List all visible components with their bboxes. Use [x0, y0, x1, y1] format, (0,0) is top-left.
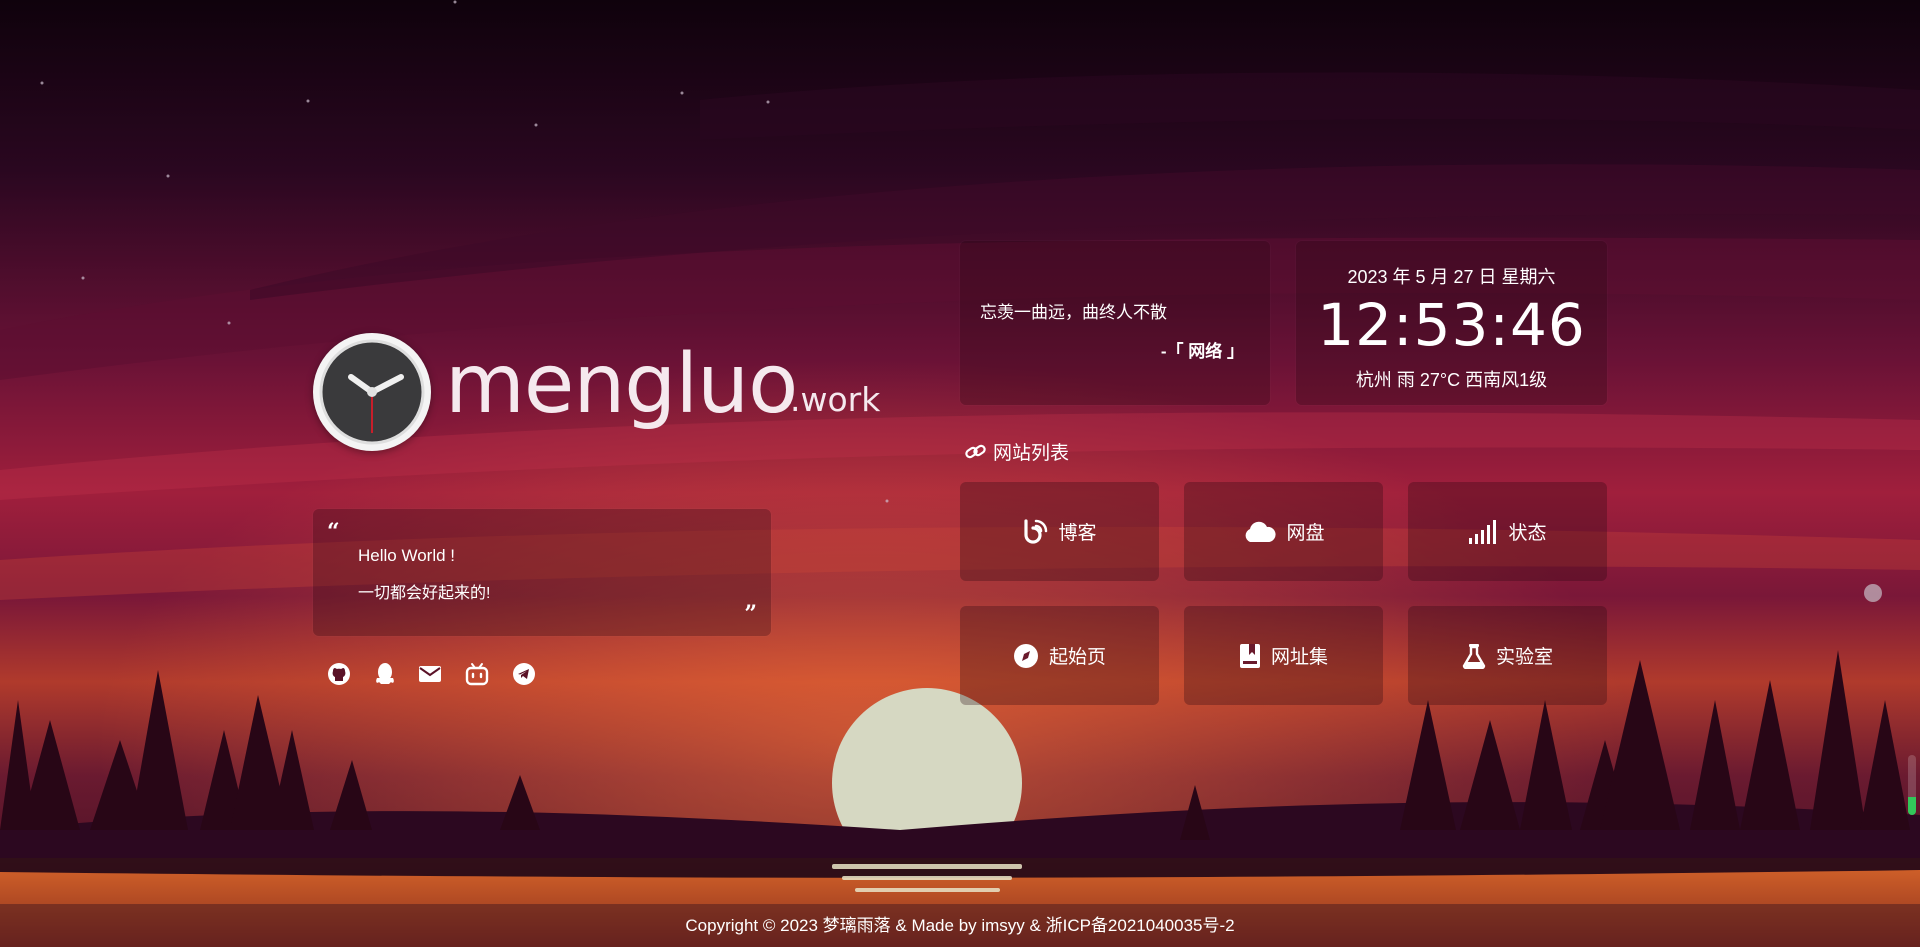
quote-line-1: Hello World !	[358, 546, 455, 565]
site-button-start-page[interactable]: 起始页	[960, 606, 1159, 705]
cloud-icon	[1246, 521, 1277, 542]
open-quote-icon: “	[327, 519, 340, 545]
signal-icon	[1469, 519, 1497, 544]
page-indicator-dot[interactable]	[1864, 584, 1882, 602]
bilibili-link[interactable]	[464, 661, 490, 687]
bookmark-icon	[1239, 643, 1260, 668]
email-link[interactable]	[417, 661, 443, 687]
logo-avatar	[313, 333, 431, 451]
site-button-lab[interactable]: 实验室	[1408, 606, 1607, 705]
mail-icon	[419, 666, 441, 682]
telegram-link[interactable]	[511, 661, 537, 687]
background-sunset-scene	[0, 0, 1920, 947]
poem-text: 忘羡一曲远，曲终人不散	[980, 303, 1167, 322]
footer-copyright: Copyright © 2023 梦璃雨落 & Made by imsyy & …	[0, 904, 1920, 947]
clock-icon	[319, 339, 425, 445]
poem-source: -「 网络 」	[1160, 342, 1244, 361]
site-list-heading-label: 网站列表	[993, 443, 1070, 464]
flask-icon	[1462, 643, 1486, 669]
site-button-label: 网址集	[1270, 647, 1328, 668]
site-button-blog[interactable]: 博客	[960, 482, 1159, 581]
github-icon	[328, 663, 350, 685]
bilibili-icon	[465, 663, 489, 686]
site-button-label: 博客	[1058, 523, 1097, 544]
site-logo-suffix: .work	[790, 380, 881, 419]
time-weather-card: 2023 年 5 月 27 日 星期六 12:53:46 杭州 雨 27°C 西…	[1296, 241, 1607, 405]
site-button-label: 网盘	[1286, 523, 1325, 544]
clock-text: 12:53:46	[1317, 291, 1586, 359]
quote-line-2: 一切都会好起来的!	[358, 585, 491, 602]
link-icon	[965, 444, 986, 458]
github-link[interactable]	[326, 661, 352, 687]
telegram-icon	[513, 663, 535, 685]
site-button-cloud-drive[interactable]: 网盘	[1184, 482, 1383, 581]
date-text: 2023 年 5 月 27 日 星期六	[1347, 267, 1556, 287]
qq-icon	[376, 663, 394, 684]
site-button-url-collection[interactable]: 网址集	[1184, 606, 1383, 705]
blog-icon	[1024, 518, 1048, 544]
site-button-label: 实验室	[1495, 647, 1553, 668]
quote-card: “ Hello World ! 一切都会好起来的! ”	[313, 509, 771, 636]
site-button-label: 起始页	[1048, 647, 1106, 668]
site-button-status[interactable]: 状态	[1408, 482, 1607, 581]
volume-level-fill	[1908, 797, 1916, 815]
site-logo-name: mengluo	[445, 337, 798, 432]
site-list-heading: 网站列表	[965, 438, 1069, 465]
weather-text: 杭州 雨 27°C 西南风1级	[1355, 370, 1548, 390]
qq-link[interactable]	[372, 661, 398, 687]
poem-card[interactable]: 忘羡一曲远，曲终人不散 -「 网络 」	[960, 241, 1270, 405]
site-button-label: 状态	[1508, 523, 1547, 544]
close-quote-icon: ”	[744, 601, 757, 627]
compass-icon	[1013, 643, 1038, 668]
volume-bar[interactable]	[1908, 755, 1916, 815]
